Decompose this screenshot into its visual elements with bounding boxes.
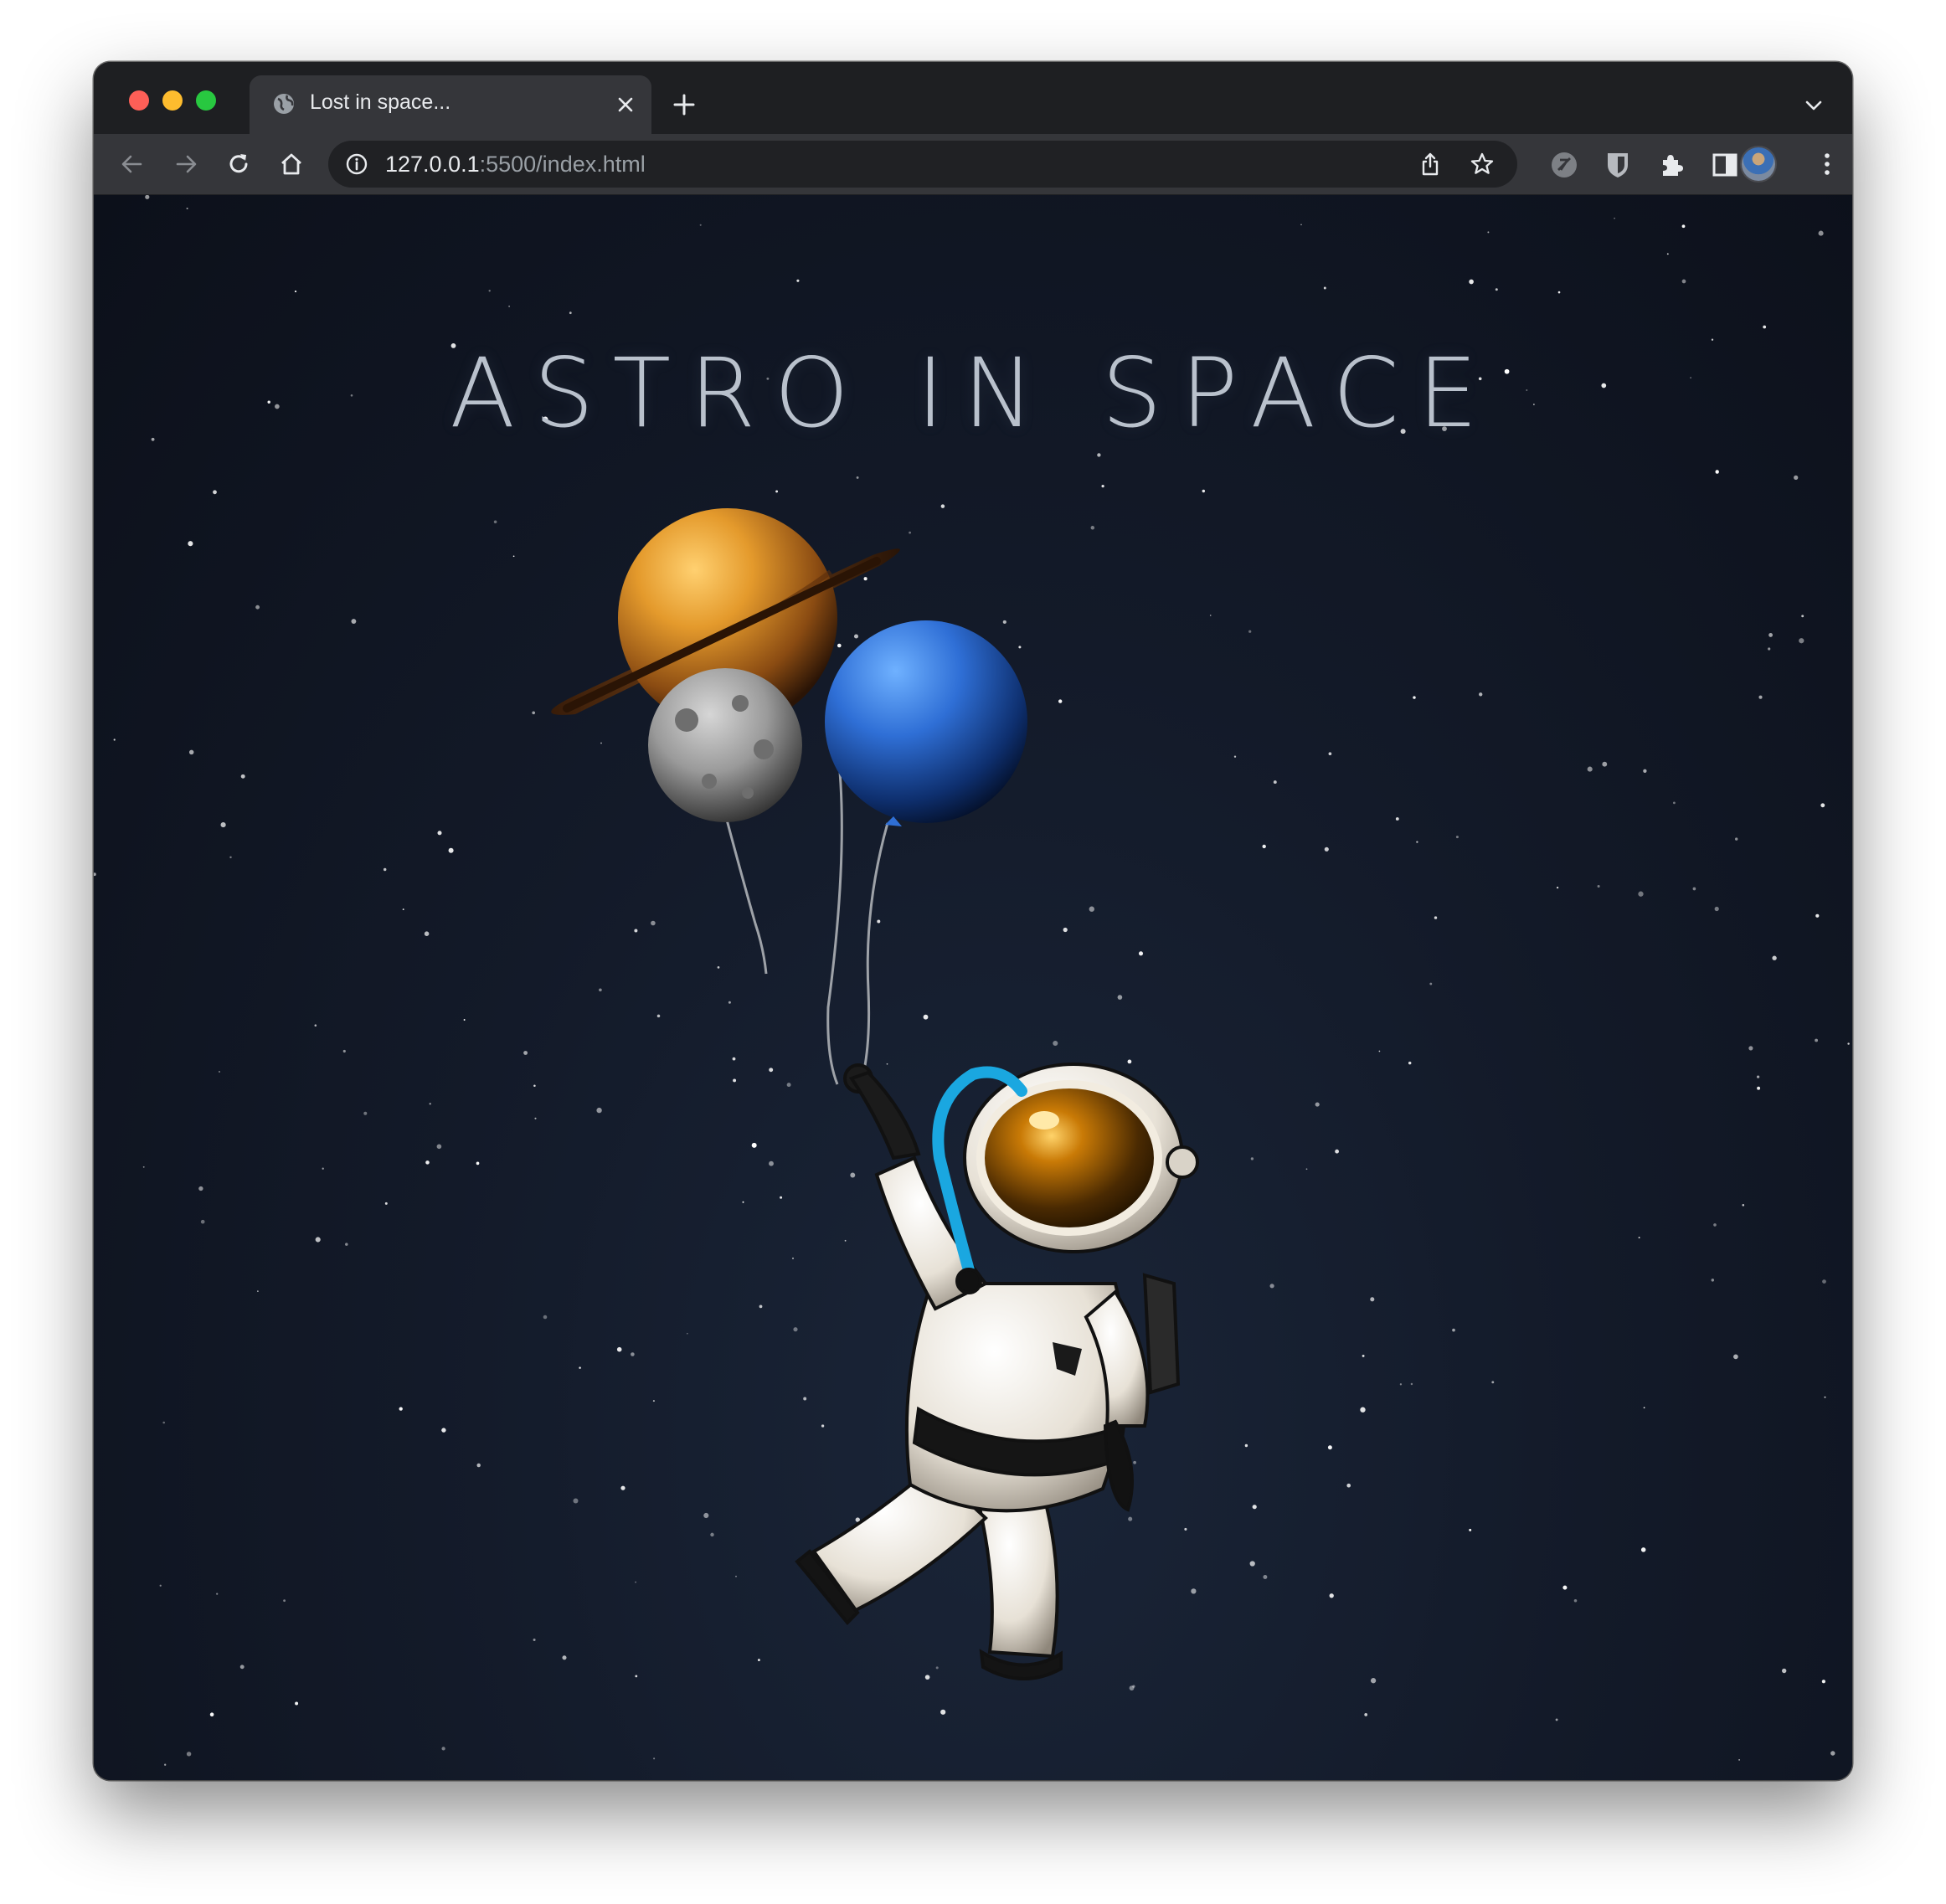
info-icon[interactable] (345, 152, 368, 176)
back-arrow-icon[interactable] (117, 149, 147, 179)
reload-icon[interactable] (224, 149, 254, 179)
chevron-down-icon[interactable] (1802, 94, 1825, 117)
extension-bitwarden-icon[interactable] (1603, 150, 1633, 180)
minimize-window-button[interactable] (162, 90, 183, 111)
new-tab-icon[interactable] (672, 92, 697, 117)
moon-balloon (648, 668, 802, 822)
address-bar[interactable]: 127.0.0.1:5500/index.html (328, 141, 1517, 188)
neptune-balloon (825, 620, 1027, 826)
url-text[interactable]: 127.0.0.1:5500/index.html (385, 152, 646, 178)
globe-icon (274, 94, 294, 114)
side-panel-icon[interactable] (1710, 150, 1740, 180)
url-path: :5500/index.html (479, 152, 646, 177)
close-window-button[interactable] (129, 90, 149, 111)
bookmark-star-icon[interactable] (1469, 151, 1496, 178)
close-tab-icon[interactable] (613, 92, 638, 117)
url-host: 127.0.0.1 (385, 152, 480, 177)
astronaut (795, 1063, 1199, 1680)
forward-arrow-icon[interactable] (171, 149, 201, 179)
puzzle-icon[interactable] (1656, 150, 1686, 180)
browser-window: Lost in space... 127.0.0.1:5500/index.ht… (94, 62, 1852, 1780)
astronaut-illustration (551, 508, 1199, 1680)
more-menu-icon[interactable] (1812, 149, 1842, 179)
browser-toolbar: 127.0.0.1:5500/index.html (94, 134, 1852, 195)
profile-avatar[interactable] (1742, 147, 1775, 181)
browser-tab[interactable]: Lost in space... (250, 75, 651, 134)
tab-title: Lost in space... (310, 90, 451, 114)
tab-strip: Lost in space... (94, 62, 1852, 134)
extension-shield-icon[interactable] (1549, 150, 1579, 180)
home-icon[interactable] (276, 149, 306, 179)
zoom-window-button[interactable] (196, 90, 216, 111)
page-viewport: ASTRO IN SPACE (94, 195, 1852, 1780)
share-icon[interactable] (1417, 151, 1444, 178)
